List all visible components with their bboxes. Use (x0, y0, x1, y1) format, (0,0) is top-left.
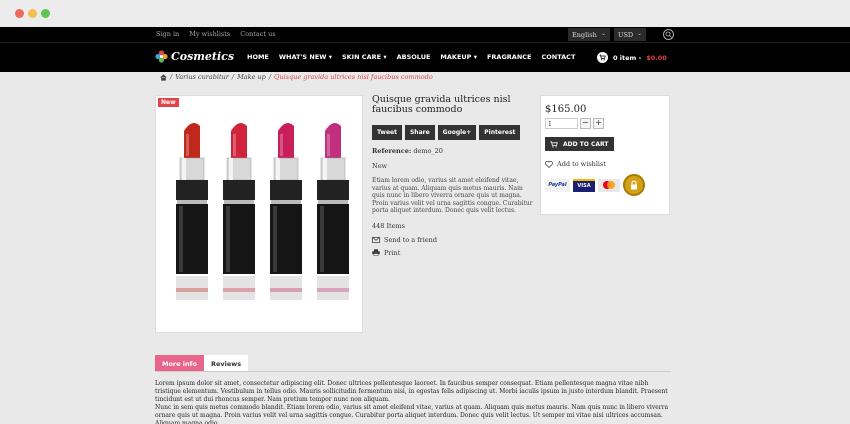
logo[interactable]: Cosmetics (155, 50, 234, 63)
product-tabs: More info Reviews (155, 355, 249, 371)
top-links: Sign in My wishlists Contact us (156, 30, 276, 38)
product-description: Etiam lorem odio, varius sit amet eleife… (372, 177, 533, 214)
breadcrumb-separator: / (231, 73, 235, 81)
menu-contact[interactable]: CONTACT (541, 53, 575, 61)
lipstick-illustration (176, 122, 349, 300)
share-button[interactable]: Share (404, 125, 435, 140)
breadcrumb-separator: / (268, 73, 272, 81)
tab-divider (155, 371, 671, 372)
visa-logo: VISA (573, 178, 595, 192)
security-seal-icon (623, 174, 645, 196)
menu-label: SKIN CARE (341, 53, 382, 61)
caret-down-icon: ▾ (381, 53, 387, 61)
search-icon[interactable] (663, 29, 674, 40)
cart-icon (550, 140, 558, 148)
product-condition: New (372, 162, 388, 170)
currency-value: USD (618, 31, 634, 39)
product-price: $165.00 (545, 104, 587, 115)
maximize-window-dot[interactable] (41, 9, 50, 18)
menu-fragrance[interactable]: FRAGRANCE (487, 53, 532, 61)
product-image[interactable]: New (155, 95, 363, 333)
language-select[interactable]: English ⌄ (568, 28, 610, 41)
my-wishlists-link[interactable]: My wishlists (189, 30, 230, 38)
pinterest-button[interactable]: Pinterest (479, 125, 521, 140)
tab-reviews[interactable]: Reviews (203, 355, 249, 371)
breadcrumb-separator: / (170, 73, 173, 81)
menu-absolue[interactable]: ABSOLUE (397, 53, 431, 61)
home-icon[interactable] (160, 73, 167, 81)
new-badge: New (158, 98, 179, 107)
quantity-row: 1 − + (545, 118, 665, 129)
share-buttons: Tweet Share Google+ Pinterest (372, 125, 537, 140)
caret-down-icon: ▾ (326, 53, 332, 61)
buy-box: $165.00 1 − + ADD TO CART Add to wishlis… (540, 95, 670, 215)
quantity-plus-button[interactable]: + (593, 118, 604, 129)
brand-name: Cosmetics (171, 50, 235, 63)
breadcrumb: / Varius curabitur / Make up / Quisque g… (160, 73, 433, 81)
flower-logo-icon (155, 50, 168, 63)
add-to-wishlist-link[interactable]: Add to wishlist (545, 160, 665, 168)
sign-in-link[interactable]: Sign in (156, 30, 179, 38)
quantity-minus-button[interactable]: − (580, 118, 591, 129)
contact-us-link[interactable]: Contact us (240, 30, 275, 38)
caret-down-icon: ▾ (471, 53, 477, 61)
main-menu: HOME WHAT'S NEW ▾ SKIN CARE ▾ ABSOLUE MA… (247, 53, 575, 61)
cart-count: 0 item - (613, 53, 642, 62)
payment-methods: PayPal VISA (545, 174, 665, 196)
more-info-content: Lorem ipsum dolor sit amet, consectetur … (155, 380, 670, 424)
print-link[interactable]: Print (372, 249, 537, 257)
reference-label: Reference: (372, 147, 412, 155)
wishlist-label: Add to wishlist (557, 160, 606, 168)
cart-total: $0.00 (646, 53, 667, 62)
breadcrumb-current: Quisque gravida ultrices nisl faucibus c… (274, 73, 433, 81)
language-value: English (572, 31, 597, 39)
menu-label: MAKEUP (440, 53, 472, 61)
send-to-friend-label: Send to a friend (384, 235, 438, 244)
more-info-paragraph: Lorem ipsum dolor sit amet, consectetur … (155, 380, 668, 403)
tweet-button[interactable]: Tweet (372, 125, 402, 140)
add-to-cart-label: ADD TO CART (563, 140, 609, 148)
product-title: Quisque gravida ultrices nisl faucibus c… (372, 94, 511, 115)
product-info: Quisque gravida ultrices nisl faucibus c… (372, 95, 537, 262)
breadcrumb-item-subcategory[interactable]: Make up (237, 73, 266, 81)
send-to-friend-link[interactable]: Send to a friend (372, 236, 537, 244)
breadcrumb-item-category[interactable]: Varius curabitur (175, 73, 229, 81)
chevron-down-icon: ⌄ (600, 30, 606, 37)
add-to-cart-button[interactable]: ADD TO CART (545, 137, 614, 151)
main-nav: Cosmetics HOME WHAT'S NEW ▾ SKIN CARE ▾ … (0, 43, 850, 72)
mastercard-logo (598, 178, 620, 192)
reference-value: demo_20 (413, 147, 443, 155)
lipstick (176, 122, 208, 300)
close-window-dot[interactable] (15, 9, 24, 18)
quantity-input[interactable]: 1 (545, 118, 578, 129)
browser-chrome (0, 0, 850, 27)
menu-whats-new[interactable]: WHAT'S NEW ▾ (279, 53, 332, 61)
more-info-paragraph: Nunc in sem quis metus commodo blandit. … (155, 404, 669, 424)
menu-skin-care[interactable]: SKIN CARE ▾ (342, 53, 387, 61)
envelope-icon (372, 236, 380, 243)
reference: Reference: demo_20 (372, 147, 537, 155)
menu-home[interactable]: HOME (247, 53, 269, 61)
heart-icon (545, 160, 553, 168)
lipstick (270, 122, 302, 300)
printer-icon (372, 249, 380, 256)
cart-summary[interactable]: 0 item - $0.00 (597, 52, 667, 63)
cart-icon (597, 52, 608, 63)
menu-makeup[interactable]: MAKEUP ▾ (440, 53, 477, 61)
stock-quantity: 448 Items (372, 221, 405, 230)
minimize-window-dot[interactable] (28, 9, 37, 18)
top-bar: Sign in My wishlists Contact us English … (0, 27, 850, 43)
google-plus-button[interactable]: Google+ (437, 125, 477, 140)
paypal-logo: PayPal (545, 178, 570, 192)
menu-label: WHAT'S NEW (278, 53, 327, 61)
tab-more-info[interactable]: More info (155, 355, 204, 371)
chevron-down-icon: ⌄ (636, 30, 642, 37)
print-label: Print (384, 248, 401, 257)
lipstick (317, 122, 349, 300)
currency-select[interactable]: USD ⌄ (614, 28, 646, 41)
lipstick (223, 122, 255, 300)
